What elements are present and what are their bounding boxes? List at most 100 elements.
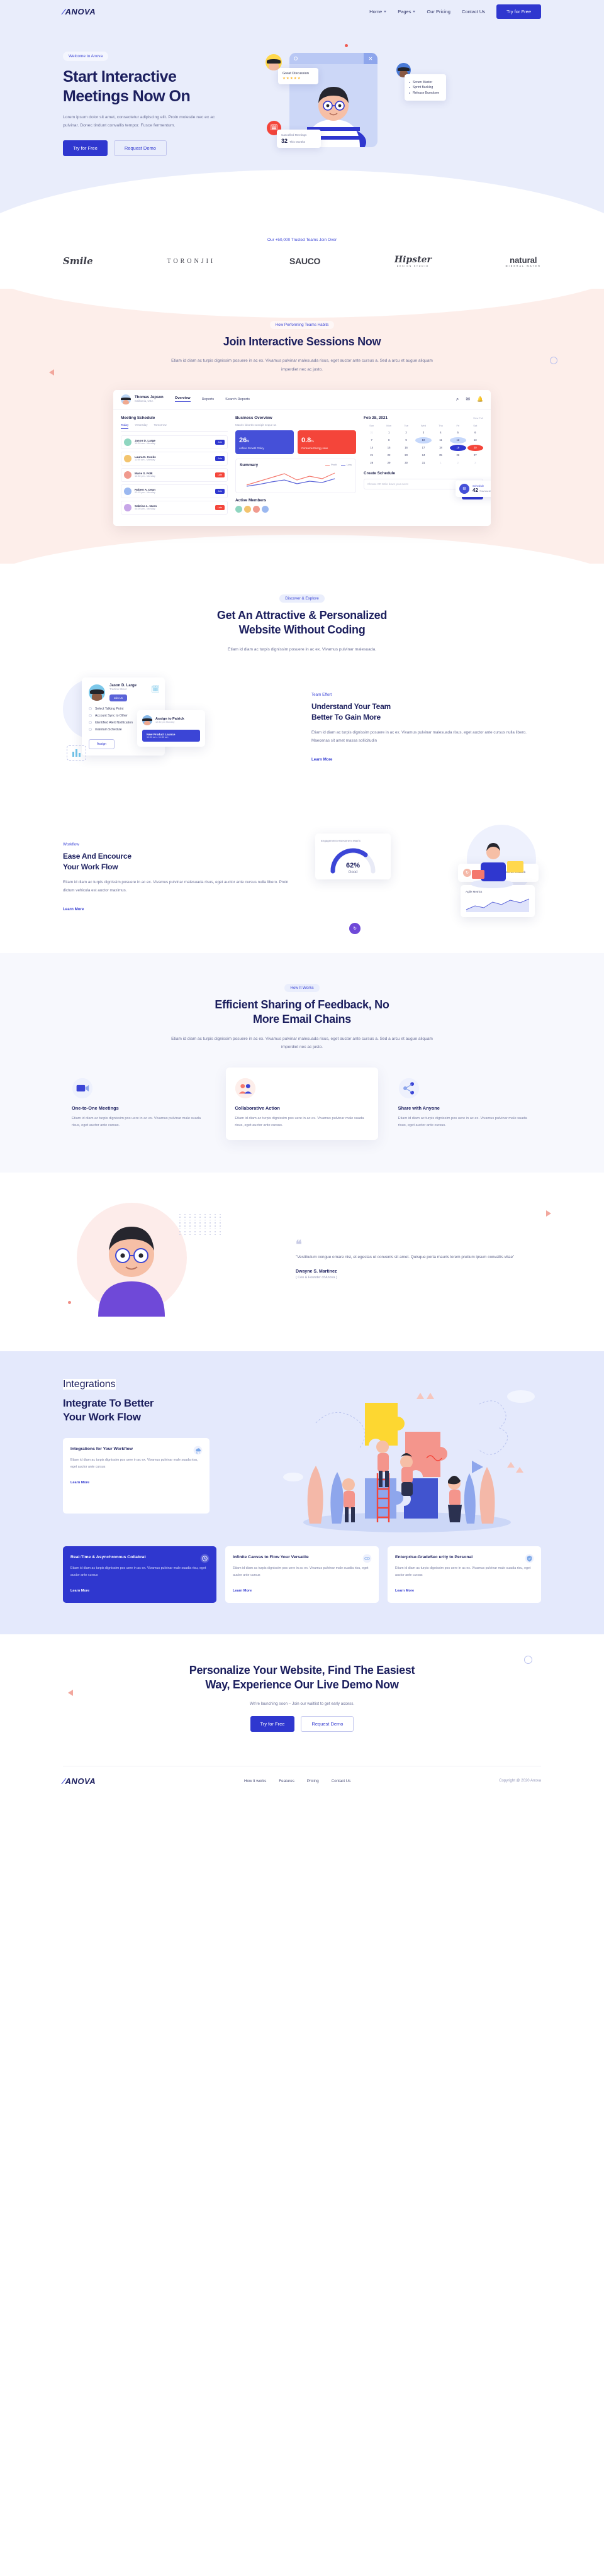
cta-try-free-button[interactable]: Try for Free (250, 1715, 295, 1732)
cal-cell[interactable]: 14 (364, 445, 379, 451)
how-card-one-to-one[interactable]: One-to-One Meetings Etiam id diam ac tur… (63, 1068, 215, 1140)
cal-cell[interactable]: 1 (433, 460, 449, 466)
hero-request-demo-button[interactable]: Request Demo (113, 140, 167, 156)
integrate-card-link[interactable]: Learn More (395, 1589, 414, 1593)
cal-cell[interactable]: 24 (415, 452, 431, 459)
cal-cell-highlight[interactable]: 20 (467, 444, 483, 451)
cal-cell[interactable]: 10 (415, 437, 432, 443)
radio-icon (89, 714, 92, 718)
hero-title: Start Interactive Meetings Now On (63, 67, 252, 106)
trusted-logos-section: Our +50,000 Trusted Teams Join Over Smil… (0, 220, 604, 289)
schedule-tab-tomorrow[interactable]: Tomorrow (154, 423, 167, 429)
tab-reports[interactable]: Reports (202, 398, 215, 401)
table-row[interactable]: Sabrina L. Nunn 04:00 pm - Monday Late (121, 500, 228, 515)
integrate-top: Integrations Integrate To Better Your Wo… (63, 1378, 541, 1536)
cta-request-demo-button[interactable]: Request Demo (301, 1715, 354, 1732)
dashboard-body: Meeting Schedule Today Yesterday Tomorro… (113, 409, 491, 526)
cal-cell[interactable]: 15 (381, 445, 396, 451)
badge-value: 42 (473, 487, 478, 493)
integrate-card-link[interactable]: Learn More (70, 1589, 89, 1593)
nav-item-contact[interactable]: Contact Us (462, 9, 485, 14)
status-badge[interactable]: Late (215, 472, 225, 477)
feature1-text: Team Effort Understand Your Team Better T… (311, 693, 541, 764)
how-card-share[interactable]: Share with Anyone Etiam id diam ac turpi… (389, 1068, 541, 1140)
cal-cell[interactable]: 29 (381, 460, 396, 466)
cal-cell[interactable]: 25 (433, 452, 449, 459)
table-row[interactable]: Jason D. Large 10:30 am - Monday Join (121, 435, 228, 449)
status-badge[interactable]: Join (215, 439, 225, 445)
tab-search-reports[interactable]: Search Reports (225, 398, 250, 401)
collaboration-icon (235, 1078, 256, 1099)
cal-cell[interactable]: 8 (381, 437, 396, 443)
hero-try-free-button[interactable]: Try for Free (63, 140, 108, 156)
nav-item-pages[interactable]: Pages (398, 9, 416, 14)
site-logo[interactable]: ⁄ ANOVA (63, 7, 96, 16)
header-try-free-button[interactable]: Try for Free (496, 4, 541, 19)
table-row[interactable]: Laura D. Cooks 11:00 am - Monday Join (121, 451, 228, 466)
assign-to-card: Assign to Patrick 12:30 pm Monday New Pr… (137, 710, 205, 747)
bell-icon[interactable]: 🔔 (477, 396, 483, 403)
status-badge[interactable]: Late (215, 505, 225, 510)
cal-cell[interactable]: 13 (467, 437, 483, 443)
how-card-collaborative[interactable]: Collaborative Action Etiam id diam ac tu… (226, 1067, 378, 1140)
cal-cell[interactable]: 21 (364, 452, 379, 459)
nav-item-home[interactable]: Home (369, 9, 387, 14)
nav-item-pricing[interactable]: Our Pricing (427, 9, 450, 14)
cal-cell[interactable]: 18 (433, 445, 449, 451)
cal-cell[interactable]: 3 (467, 460, 483, 466)
cal-cell[interactable]: 17 (415, 445, 431, 451)
cal-cell[interactable]: 28 (364, 460, 379, 466)
cal-cell[interactable]: 2 (450, 460, 466, 466)
cta-note: We're launching soon – Join our waitlist… (249, 1701, 355, 1706)
cal-cell[interactable]: 30 (398, 460, 414, 466)
join-us-button[interactable]: Join Us (109, 694, 127, 701)
event-chip[interactable]: New Product Launce 11:00 am - 11:30 am (142, 729, 200, 742)
footer-link-pricing[interactable]: Pricing (307, 1779, 319, 1783)
schedule-tab-today[interactable]: Today (121, 423, 129, 429)
status-badge[interactable]: Join (215, 488, 225, 494)
refresh-icon: ↻ (349, 922, 361, 934)
footer-logo[interactable]: ⁄ ANOVA (63, 1776, 96, 1786)
feature1-illustration: Jason D. Large Traction Street Join Us S… (63, 675, 293, 782)
cal-cell[interactable]: 4 (433, 430, 449, 436)
cal-cell[interactable]: 11 (433, 437, 449, 443)
stat-label: Consume Energy save (301, 446, 328, 450)
cal-cell[interactable]: 3 (415, 430, 431, 436)
cal-cell[interactable]: 23 (398, 452, 414, 459)
calendar-view-full-link[interactable]: View Full (473, 416, 483, 420)
integrate-card-2[interactable]: Infinite Canvas to Flow Your Versatile E… (225, 1546, 379, 1603)
feature2-learn-more-link[interactable]: Learn More (63, 907, 84, 912)
cal-cell[interactable]: 6 (467, 430, 483, 436)
cal-cell[interactable]: 31 (415, 460, 431, 466)
cal-cell-selected[interactable]: 19 (450, 444, 466, 451)
feature1-learn-more-link[interactable]: Learn More (311, 757, 332, 762)
how-card-title: Collaborative Action (235, 1105, 280, 1111)
cal-cell[interactable]: 22 (381, 452, 396, 459)
cal-cell[interactable]: 7 (364, 437, 379, 443)
search-icon[interactable]: ⌕ (456, 396, 459, 403)
footer-link-features[interactable]: Features (279, 1779, 294, 1783)
mail-icon[interactable]: ✉ (466, 396, 470, 403)
table-row[interactable]: Robert A. Dean 02:15 pm - Monday Join (121, 484, 228, 498)
cal-cell[interactable]: 1 (381, 430, 396, 436)
cal-cell[interactable]: 31 (364, 430, 379, 436)
schedule-tab-yesterday[interactable]: Yesterday (135, 423, 147, 429)
cal-cell[interactable]: 2 (398, 430, 414, 436)
table-row[interactable]: Marie S. Polk 12:30 pm - Monday Late (121, 467, 228, 482)
cal-cell[interactable]: 16 (398, 445, 414, 451)
cal-cell[interactable]: 12 (450, 437, 466, 443)
cal-cell[interactable]: 5 (450, 430, 466, 436)
tab-overview[interactable]: Overview (174, 396, 191, 403)
footer-link-how-it-works[interactable]: How It works (244, 1779, 266, 1783)
footer-link-contact[interactable]: Contact Us (332, 1779, 351, 1783)
cal-cell[interactable]: 9 (398, 437, 414, 443)
integrate-card-3[interactable]: Enterprise-GradeSec urity to Personal Et… (388, 1546, 541, 1603)
status-badge[interactable]: Join (215, 455, 225, 461)
integrate-card-1[interactable]: Real-Time & Asynchronous Collabrat Etiam… (63, 1546, 216, 1603)
assign-button[interactable]: Assign (89, 739, 115, 749)
integrate-card-link[interactable]: Learn More (233, 1589, 252, 1593)
integrate-card-link[interactable]: Learn More (70, 1481, 89, 1485)
cal-cell[interactable]: 26 (450, 452, 466, 459)
cal-cell[interactable]: 27 (467, 452, 483, 459)
integrate-card-0[interactable]: Integrations for Your Workflow Etiam id … (63, 1437, 210, 1514)
